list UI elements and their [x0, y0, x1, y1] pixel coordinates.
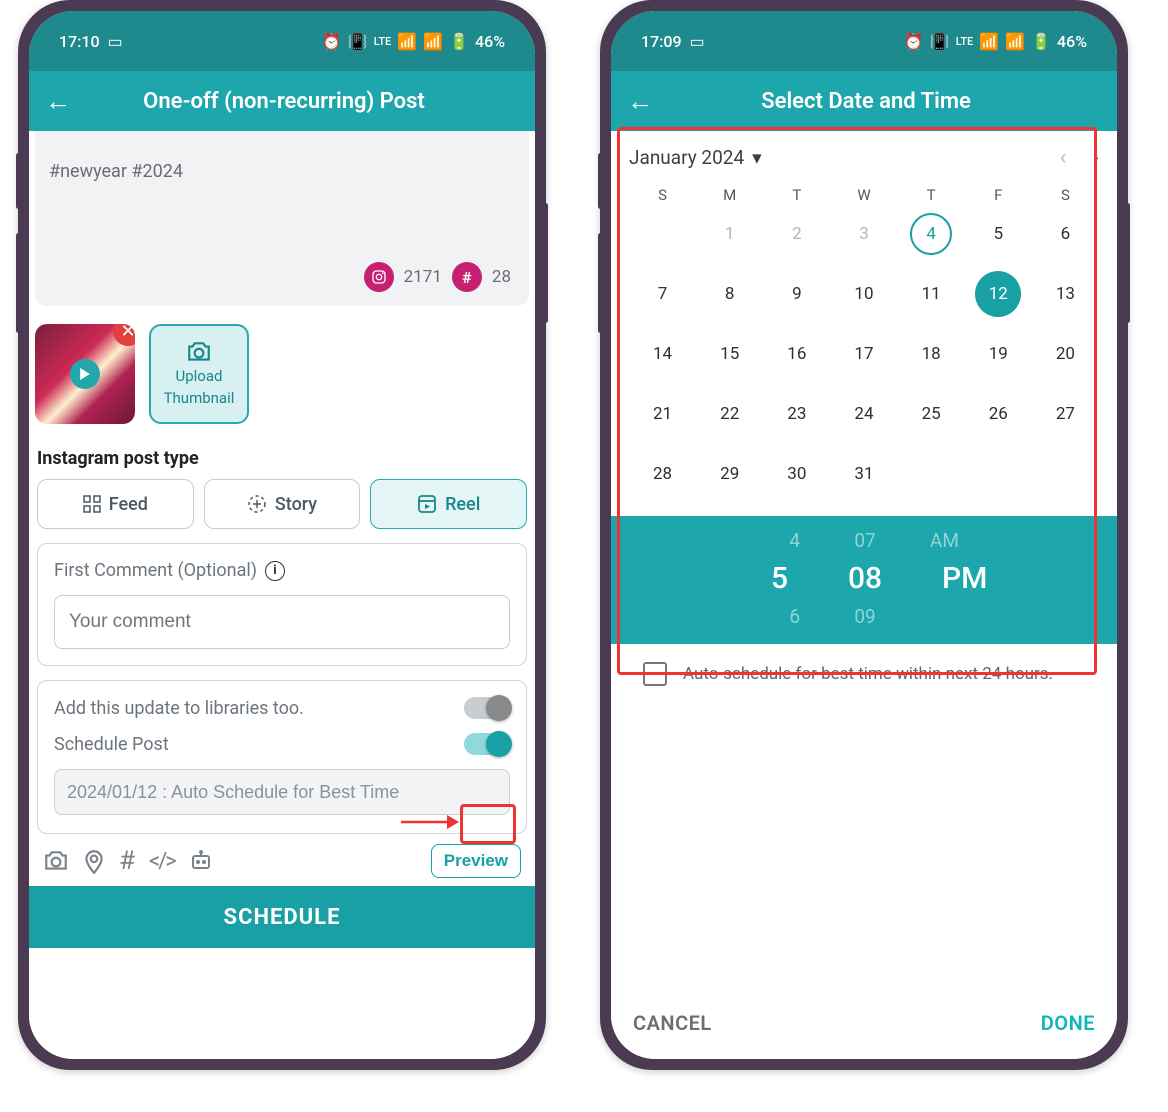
back-button[interactable]: ← — [627, 86, 653, 117]
schedule-datetime-field[interactable] — [54, 769, 510, 815]
phone-side-button — [598, 233, 603, 333]
schedule-post-toggle[interactable] — [464, 733, 510, 755]
vibrate-icon: 📳 — [348, 32, 368, 51]
phone-frame-right: 17:09 ▭ ⏰ 📳 LTE 📶 📶 🔋 46% ← Select Date … — [600, 0, 1128, 1070]
phone-side-button — [598, 153, 603, 209]
page-title: Select Date and Time — [667, 89, 1065, 114]
phone-frame-left: 17:10 ▭ ⏰ 📳 LTE 📶 📶 🔋 46% ← One-off (non… — [18, 0, 546, 1070]
upload-thumbnail-button[interactable]: Upload Thumbnail — [149, 324, 249, 424]
phone-side-button — [16, 233, 21, 333]
highlight-annotation — [460, 804, 516, 844]
hashtag-icon[interactable]: # — [119, 846, 135, 876]
battery-pct: 46% — [1057, 32, 1087, 51]
cancel-button[interactable]: CANCEL — [633, 1011, 712, 1035]
battery-pct: 46% — [475, 32, 505, 51]
highlight-annotation — [617, 127, 1097, 675]
reel-label: Reel — [445, 494, 480, 515]
back-button[interactable]: ← — [45, 86, 71, 117]
upload-l1: Upload — [176, 367, 223, 385]
app-header: ← One-off (non-recurring) Post — [29, 71, 535, 131]
phone-side-button — [1125, 203, 1130, 323]
play-icon — [70, 359, 100, 389]
wifi-icon: 📶 — [979, 32, 999, 51]
grid-icon — [83, 495, 101, 513]
status-card-icon: ▭ — [690, 32, 705, 51]
first-comment-card: First Comment (Optional) i — [37, 543, 527, 666]
first-comment-input[interactable] — [54, 595, 510, 649]
story-icon — [247, 494, 267, 514]
story-label: Story — [275, 494, 317, 515]
first-comment-label: First Comment (Optional) — [54, 560, 257, 581]
app-header: ← Select Date and Time — [611, 71, 1117, 131]
phone-side-button — [16, 153, 21, 209]
camera-icon[interactable] — [43, 850, 69, 872]
info-icon[interactable]: i — [265, 561, 285, 581]
composer-hashtags: #newyear #2024 — [49, 161, 515, 182]
alarm-icon: ⏰ — [904, 32, 924, 51]
wifi-icon: 📶 — [397, 32, 417, 51]
arrow-annotation — [399, 811, 461, 833]
libraries-label: Add this update to libraries too. — [54, 698, 304, 719]
post-type-story[interactable]: Story — [204, 479, 361, 529]
battery-icon: 🔋 — [1031, 32, 1051, 51]
lte-icon: LTE — [374, 35, 392, 48]
preview-button[interactable]: Preview — [431, 844, 521, 878]
schedule-button[interactable]: SCHEDULE — [29, 886, 535, 948]
camera-icon — [186, 341, 212, 363]
composer-box[interactable]: New Year 2024 #newyear #2024 2171 # 28 — [35, 131, 529, 306]
remove-media-button[interactable]: ✕ — [113, 324, 135, 346]
reel-icon — [417, 494, 437, 514]
status-time: 17:10 — [59, 32, 100, 51]
signal-icon: 📶 — [423, 32, 443, 51]
robot-icon[interactable] — [189, 850, 213, 872]
libraries-toggle[interactable] — [464, 697, 510, 719]
lte-icon: LTE — [956, 35, 974, 48]
status-bar: 17:09 ▭ ⏰ 📳 LTE 📶 📶 🔋 46% — [611, 11, 1117, 71]
battery-icon: 🔋 — [449, 32, 469, 51]
upload-l2: Thumbnail — [164, 389, 235, 407]
char-count: 2171 — [404, 267, 442, 287]
post-type-feed[interactable]: Feed — [37, 479, 194, 529]
status-bar: 17:10 ▭ ⏰ 📳 LTE 📶 📶 🔋 46% — [29, 11, 535, 71]
done-button[interactable]: DONE — [1041, 1011, 1095, 1035]
location-icon[interactable] — [83, 848, 105, 874]
vibrate-icon: 📳 — [930, 32, 950, 51]
signal-icon: 📶 — [1005, 32, 1025, 51]
composer-line1: New Year 2024 — [49, 135, 170, 140]
post-type-reel[interactable]: Reel — [370, 479, 527, 529]
feed-label: Feed — [109, 494, 148, 515]
instagram-icon — [364, 262, 394, 292]
phone-side-button — [543, 203, 548, 323]
code-icon[interactable]: </> — [149, 849, 175, 874]
page-title: One-off (non-recurring) Post — [85, 89, 483, 114]
post-type-label: Instagram post type — [37, 448, 527, 469]
status-time: 17:09 — [641, 32, 682, 51]
alarm-icon: ⏰ — [322, 32, 342, 51]
hashtag-icon: # — [452, 262, 482, 292]
hash-count: 28 — [492, 267, 511, 287]
media-thumbnail[interactable]: ✕ — [35, 324, 135, 424]
schedule-post-label: Schedule Post — [54, 734, 169, 755]
status-card-icon: ▭ — [108, 32, 123, 51]
